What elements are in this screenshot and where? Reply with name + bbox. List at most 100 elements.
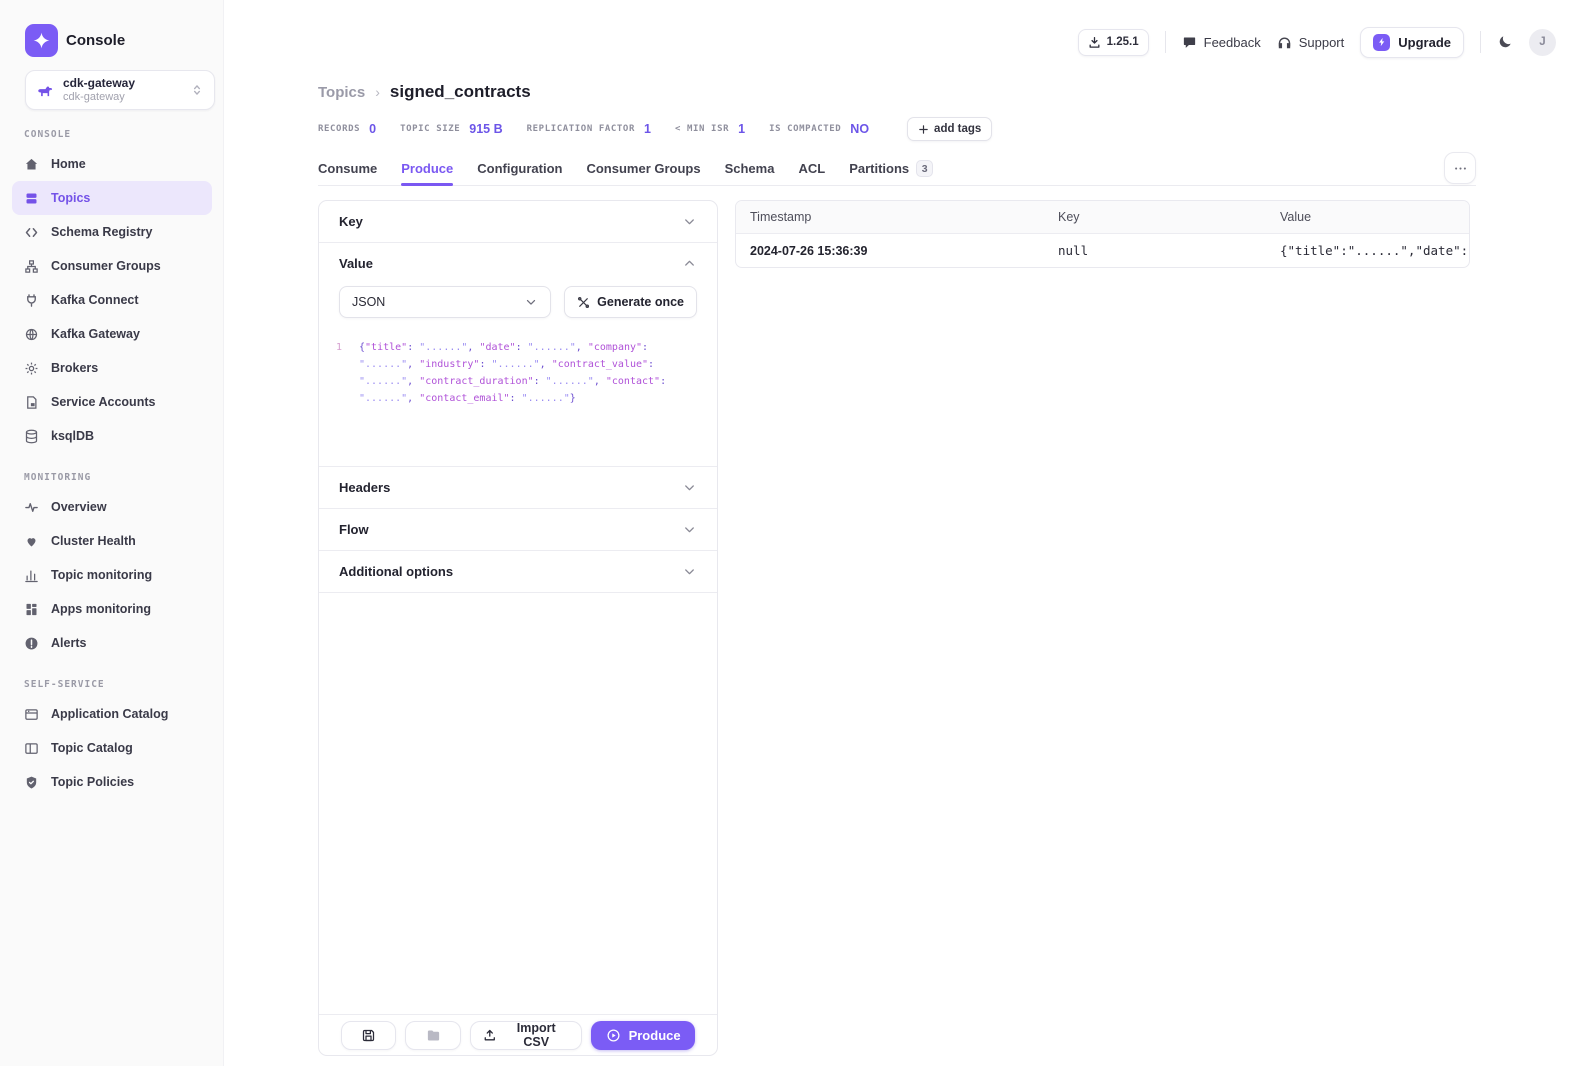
sidebar-item-topics[interactable]: Topics — [12, 181, 212, 215]
save-button[interactable] — [341, 1021, 396, 1050]
sidebar-item-kafka-gateway[interactable]: Kafka Gateway — [12, 317, 212, 351]
flow-section-header[interactable]: Flow — [319, 509, 717, 550]
sidebar: cdk-gateway cdk-gateway CONSOLE Home Top… — [0, 0, 224, 1066]
sidebar-item-brokers[interactable]: Brokers — [12, 351, 212, 385]
chevron-down-icon — [682, 480, 697, 495]
cluster-subtitle: cdk-gateway — [63, 91, 181, 104]
breadcrumb-topics[interactable]: Topics — [318, 84, 365, 101]
tab-acl[interactable]: ACL — [798, 152, 825, 185]
gateway-icon — [24, 327, 39, 342]
chevron-down-icon — [682, 214, 697, 229]
sidebar-item-topic-policies[interactable]: Topic Policies — [12, 765, 212, 799]
sidebar-item-alerts[interactable]: Alerts — [12, 626, 212, 660]
table-row[interactable]: 2024-07-26 15:36:39 null {"title":".....… — [736, 234, 1469, 267]
topbar-right: 1.25.1 Feedback Support Upgrade J — [1078, 27, 1556, 57]
upgrade-button[interactable]: Upgrade — [1360, 27, 1464, 58]
sidebar-item-home[interactable]: Home — [12, 147, 212, 181]
records-table: Timestamp Key Value 2024-07-26 15:36:39 … — [735, 200, 1470, 268]
value-section-header[interactable]: Value — [319, 243, 717, 284]
sidebar-item-application-catalog[interactable]: Application Catalog — [12, 697, 212, 731]
sidebar-item-apps-monitoring[interactable]: Apps monitoring — [12, 592, 212, 626]
heart-icon — [24, 534, 39, 549]
flow-section-title: Flow — [339, 522, 369, 537]
generate-once-label: Generate once — [597, 295, 684, 309]
col-timestamp: Timestamp — [736, 210, 1044, 224]
sitemap-icon — [24, 259, 39, 274]
play-circle-icon — [606, 1028, 621, 1043]
key-section-header[interactable]: Key — [319, 201, 717, 242]
dark-mode-toggle[interactable] — [1497, 34, 1513, 50]
folder-icon — [426, 1028, 441, 1043]
value-editor[interactable]: 1 {"title": "......", "date": "......", … — [319, 331, 717, 466]
chevron-down-icon — [524, 295, 538, 309]
panel-left-icon — [24, 741, 39, 756]
sidebar-item-overview[interactable]: Overview — [12, 490, 212, 524]
generate-once-button[interactable]: Generate once — [564, 286, 697, 318]
page-title: signed_contracts — [390, 82, 531, 102]
stat-is-compacted: IS COMPACTED NO — [769, 122, 869, 136]
additional-options-section-header[interactable]: Additional options — [319, 551, 717, 592]
sidebar-item-service-accounts[interactable]: Service Accounts — [12, 385, 212, 419]
home-icon — [24, 157, 39, 172]
tab-partitions[interactable]: Partitions 3 — [849, 152, 933, 185]
sidebar-item-schema-registry[interactable]: Schema Registry — [12, 215, 212, 249]
produce-button[interactable]: Produce — [591, 1021, 695, 1050]
breadcrumb: Topics › signed_contracts — [318, 82, 531, 102]
stat-records: RECORDS 0 — [318, 122, 376, 136]
headphones-icon — [1277, 35, 1292, 50]
app-logo[interactable] — [25, 24, 58, 57]
tab-configuration[interactable]: Configuration — [477, 152, 562, 185]
save-icon — [361, 1028, 376, 1043]
panel-spacer — [319, 593, 717, 1014]
record-value: {"title":"......","date":"_ — [1266, 243, 1469, 258]
additional-options-title: Additional options — [339, 564, 453, 579]
sidebar-item-cluster-health[interactable]: Cluster Health — [12, 524, 212, 558]
bolt-icon — [1373, 34, 1390, 51]
headers-section-header[interactable]: Headers — [319, 467, 717, 508]
value-format-selected: JSON — [352, 295, 385, 309]
add-tags-button[interactable]: add tags — [907, 117, 992, 141]
moon-icon — [1497, 34, 1513, 50]
value-section-title: Value — [339, 256, 373, 271]
col-key: Key — [1044, 210, 1266, 224]
ellipsis-icon — [1453, 161, 1468, 176]
chevrons-up-down-icon — [190, 83, 204, 97]
chevron-up-icon — [682, 256, 697, 271]
stat-replication-factor: REPLICATION FACTOR 1 — [527, 122, 651, 136]
avatar[interactable]: J — [1529, 29, 1556, 56]
dog-icon — [36, 81, 54, 99]
headers-section-title: Headers — [339, 480, 390, 495]
sparkle-icon — [32, 31, 51, 50]
version-badge[interactable]: 1.25.1 — [1078, 29, 1149, 56]
version-label: 1.25.1 — [1107, 36, 1139, 48]
chevron-down-icon — [682, 564, 697, 579]
cluster-selector[interactable]: cdk-gateway cdk-gateway — [25, 70, 215, 110]
tab-consumer-groups[interactable]: Consumer Groups — [586, 152, 700, 185]
value-format-select[interactable]: JSON — [339, 286, 551, 318]
code-brackets-icon — [24, 225, 39, 240]
feedback-button[interactable]: Feedback — [1182, 35, 1261, 50]
value-controls: JSON Generate once — [319, 284, 717, 331]
tab-consume[interactable]: Consume — [318, 152, 377, 185]
import-csv-button[interactable]: Import CSV — [470, 1021, 582, 1050]
tab-schema[interactable]: Schema — [725, 152, 775, 185]
divider — [1165, 31, 1166, 53]
sidebar-item-topic-monitoring[interactable]: Topic monitoring — [12, 558, 212, 592]
browser-window-icon — [24, 707, 39, 722]
tab-produce[interactable]: Produce — [401, 152, 453, 185]
partitions-count-badge: 3 — [916, 160, 933, 177]
more-options-button[interactable] — [1444, 152, 1476, 184]
shield-icon — [24, 775, 39, 790]
sidebar-item-kafka-connect[interactable]: Kafka Connect — [12, 283, 212, 317]
folder-button[interactable] — [405, 1021, 460, 1050]
breadcrumb-separator: › — [375, 84, 380, 100]
sidebar-item-consumer-groups[interactable]: Consumer Groups — [12, 249, 212, 283]
app-title: Console — [66, 32, 125, 49]
tabs-row: Consume Produce Configuration Consumer G… — [318, 152, 1476, 186]
sidebar-item-topic-catalog[interactable]: Topic Catalog — [12, 731, 212, 765]
sidebar-item-ksqldb[interactable]: ksqlDB — [12, 419, 212, 453]
record-timestamp: 2024-07-26 15:36:39 — [736, 244, 1044, 258]
support-button[interactable]: Support — [1277, 35, 1345, 50]
download-icon — [1088, 36, 1101, 49]
feedback-label: Feedback — [1204, 35, 1261, 50]
